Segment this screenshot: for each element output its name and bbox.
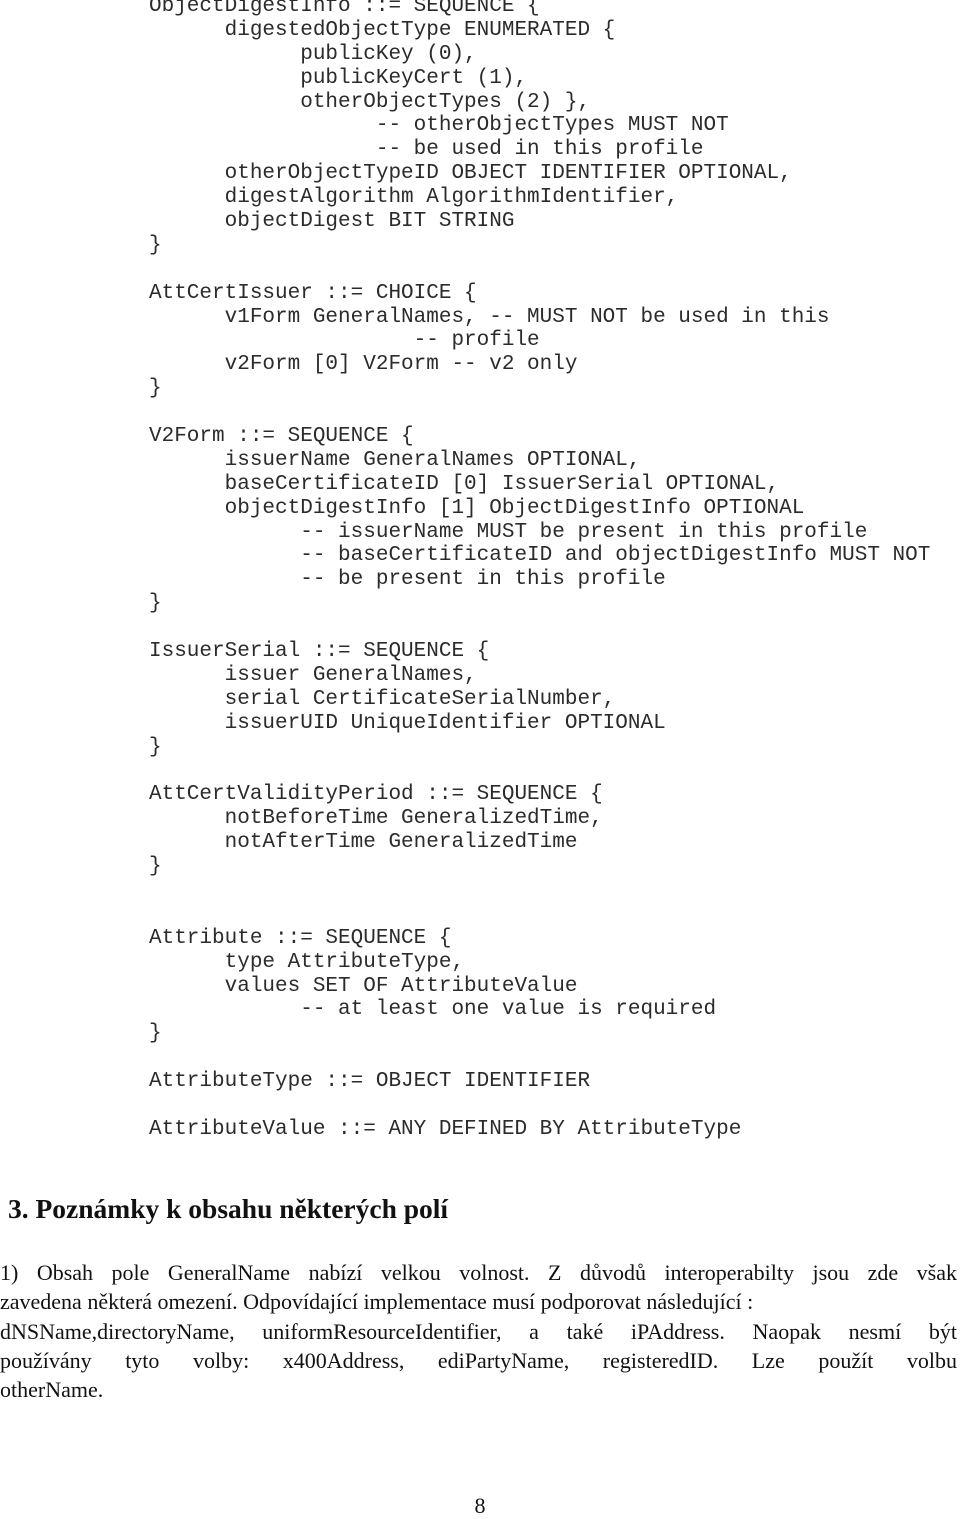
page-number: 8 xyxy=(474,1493,486,1518)
code-line: } xyxy=(149,233,162,257)
code-line: issuer GeneralNames, xyxy=(149,663,477,687)
paragraph-line: zavedena některá omezení. Odpovídající i… xyxy=(0,1289,754,1315)
code-line: } xyxy=(149,1022,162,1046)
code-line: IssuerSerial ::= SEQUENCE { xyxy=(149,640,490,664)
code-line: AttCertValidityPeriod ::= SEQUENCE { xyxy=(149,783,603,807)
paragraph-line: 1) Obsah pole GeneralName nabízí velkou … xyxy=(0,1260,957,1285)
code-line: } xyxy=(149,735,162,759)
code-line: -- be used in this profile xyxy=(149,138,704,162)
code-line: issuerName GeneralNames OPTIONAL, xyxy=(149,448,641,472)
code-line: values SET OF AttributeValue xyxy=(149,974,578,998)
code-line: publicKeyCert (1), xyxy=(149,66,528,90)
code-line: digestedObjectType ENUMERATED { xyxy=(149,18,616,42)
code-line: serial CertificateSerialNumber, xyxy=(149,687,616,711)
code-line: ObjectDigestInfo ::= SEQUENCE { xyxy=(149,0,540,18)
code-line: type AttributeType, xyxy=(149,950,465,974)
code-line: } xyxy=(149,377,162,401)
code-line: -- baseCertificateID and objectDigestInf… xyxy=(149,544,931,568)
paragraph-line: otherName. xyxy=(0,1377,104,1403)
code-line: -- profile xyxy=(149,329,540,353)
code-line: -- otherObjectTypes MUST NOT xyxy=(149,114,729,138)
paragraph-line: dNSName,directoryName, uniformResourceId… xyxy=(0,1318,957,1344)
code-line: objectDigest BIT STRING xyxy=(149,210,515,234)
code-line: digestAlgorithm AlgorithmIdentifier, xyxy=(149,186,679,210)
code-line: Attribute ::= SEQUENCE { xyxy=(149,926,452,950)
code-line: notBeforeTime GeneralizedTime, xyxy=(149,807,603,831)
code-line: AttributeType ::= OBJECT IDENTIFIER xyxy=(149,1070,591,1094)
code-line: } xyxy=(149,855,162,879)
code-line: baseCertificateID [0] IssuerSerial OPTIO… xyxy=(149,472,780,496)
code-line: publicKey (0), xyxy=(149,42,477,66)
code-line: issuerUID UniqueIdentifier OPTIONAL xyxy=(149,711,666,735)
code-line: otherObjectTypeID OBJECT IDENTIFIER OPTI… xyxy=(149,162,792,186)
section-heading: 3. Poznámky k obsahu některých polí xyxy=(8,1193,449,1224)
code-line: -- at least one value is required xyxy=(149,998,717,1022)
code-line: -- be present in this profile xyxy=(149,568,666,592)
code-line: v1Form GeneralNames, -- MUST NOT be used… xyxy=(149,305,830,329)
code-line: AttributeValue ::= ANY DEFINED BY Attrib… xyxy=(149,1117,742,1141)
code-line: v2Form [0] V2Form -- v2 only xyxy=(149,353,578,377)
code-line: notAfterTime GeneralizedTime xyxy=(149,831,578,855)
asn1-code-block: ObjectDigestInfo ::= SEQUENCE { digested… xyxy=(149,0,930,1142)
code-line: AttCertIssuer ::= CHOICE { xyxy=(149,281,477,305)
paragraph-line: používány tyto volby: x400Address, ediPa… xyxy=(0,1347,957,1373)
code-line: objectDigestInfo [1] ObjectDigestInfo OP… xyxy=(149,496,805,520)
code-line: -- issuerName MUST be present in this pr… xyxy=(149,520,868,544)
code-line: } xyxy=(149,592,162,616)
section-paragraph: 1) Obsah pole GeneralName nabízí velkou … xyxy=(0,1258,957,1404)
code-line: otherObjectTypes (2) }, xyxy=(149,90,591,114)
code-line: V2Form ::= SEQUENCE { xyxy=(149,425,414,449)
